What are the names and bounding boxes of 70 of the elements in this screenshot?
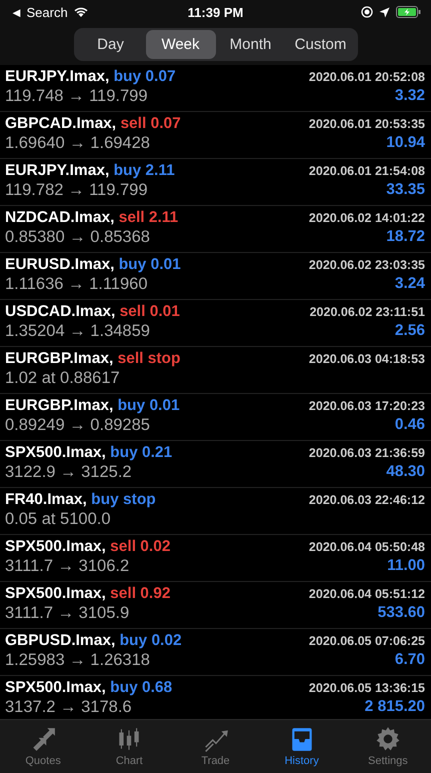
deal-prices: 3122.9 → 3125.2: [5, 463, 133, 482]
gear-icon: [374, 726, 401, 752]
deal-prices: 1.11636 → 1.11960: [5, 275, 149, 294]
deal-profit: 3.24: [394, 275, 425, 294]
deal-prices: 1.02 at 0.88617: [5, 369, 121, 388]
deal-profit: 18.72: [385, 228, 425, 247]
deal-time: 2020.06.02 23:11:51: [310, 305, 425, 319]
deal-profit: 33.35: [385, 181, 425, 200]
deal-time: 2020.06.01 21:54:08: [308, 164, 425, 178]
deal-title: EURJPY.Imax, buy 0.07: [5, 68, 177, 86]
deal-prices: 1.69640 → 1.69428: [5, 134, 151, 153]
deal-profit: 2 815.20: [364, 698, 425, 717]
deal-time: 2020.06.01 20:53:35: [308, 117, 425, 131]
deal-prices: 3137.2 → 3178.6: [5, 698, 133, 717]
deal-prices: 1.25983 → 1.26318: [5, 651, 151, 670]
tab-bar-item[interactable]: History: [258, 720, 345, 773]
deal-prices: 0.89249 → 0.89285: [5, 416, 151, 435]
clock-time: 11:39 PM: [188, 4, 244, 20]
lock-rotation-icon: [361, 6, 373, 18]
deal-profit: 48.30: [385, 463, 425, 482]
back-link[interactable]: ◄ Search: [10, 4, 68, 20]
deal-prices: 0.85380 → 0.85368: [5, 228, 151, 247]
deal-time: 2020.06.02 23:03:35: [308, 258, 425, 272]
deal-title: USDCAD.Imax, sell 0.01: [5, 303, 181, 321]
deal-time: 2020.06.04 05:50:48: [308, 540, 425, 554]
period-tab[interactable]: Custom: [286, 30, 356, 59]
deal-title: NZDCAD.Imax, sell 2.11: [5, 209, 180, 227]
deal-title: SPX500.Imax, buy 0.68: [5, 679, 174, 697]
period-tab[interactable]: Month: [216, 30, 286, 59]
deal-time: 2020.06.05 13:36:15: [308, 681, 425, 695]
deal-title: GBPUSD.Imax, buy 0.02: [5, 632, 183, 650]
deal-prices: 119.748 → 119.799: [5, 87, 149, 106]
deal-title: SPX500.Imax, sell 0.02: [5, 538, 172, 556]
deal-title: SPX500.Imax, buy 0.21: [5, 444, 174, 462]
deal-time: 2020.06.03 04:18:53: [308, 352, 425, 366]
deal-title: EURGBP.Imax, sell stop: [5, 350, 182, 368]
wifi-icon: [72, 6, 89, 18]
deal-title: SPX500.Imax, sell 0.92: [5, 585, 172, 603]
deal-profit: 2.56: [394, 322, 425, 341]
deal-prices: 3111.7 → 3106.2: [5, 557, 130, 576]
deal-prices: 1.35204 → 1.34859: [5, 322, 151, 341]
deal-time: 2020.06.03 22:46:12: [308, 493, 425, 507]
battery-icon: [396, 6, 421, 18]
deal-time: 2020.06.03 21:36:59: [308, 446, 425, 460]
deal-title: EURGBP.Imax, buy 0.01: [5, 397, 181, 415]
deal-profit: 3.32: [394, 87, 425, 106]
deal-prices: 119.782 → 119.799: [5, 181, 149, 200]
deal-time: 2020.06.03 17:20:23: [308, 399, 425, 413]
tab-bar-item[interactable]: Settings: [344, 720, 431, 773]
deal-title: EURUSD.Imax, buy 0.01: [5, 256, 182, 274]
deal-profit: 533.60: [376, 604, 425, 623]
deal-time: 2020.06.01 20:52:08: [308, 70, 425, 84]
tab-bar-item[interactable]: Trade: [172, 720, 259, 773]
period-tab[interactable]: Day: [76, 30, 146, 59]
location-icon: [379, 6, 390, 18]
deal-title: FR40.Imax, buy stop: [5, 491, 157, 509]
deal-prices: 3111.7 → 3105.9: [5, 604, 130, 623]
deal-profit: 11.00: [386, 557, 425, 576]
deal-time: 2020.06.05 07:06:25: [308, 634, 425, 648]
deal-prices: 0.05 at 5100.0: [5, 510, 112, 529]
tab-bar-item[interactable]: Quotes: [0, 720, 86, 773]
deal-title: GBPCAD.Imax, sell 0.07: [5, 115, 182, 133]
deal-profit: 10.94: [385, 134, 425, 153]
deal-time: 2020.06.02 14:01:22: [308, 211, 425, 225]
deal-profit: 6.70: [394, 651, 425, 670]
deal-profit: 0.46: [394, 416, 425, 435]
deal-time: 2020.06.04 05:51:12: [308, 587, 425, 601]
tab-bar-item[interactable]: Chart: [86, 720, 172, 773]
deal-title: EURJPY.Imax, buy 2.11: [5, 162, 176, 180]
period-tab[interactable]: Week: [146, 30, 216, 59]
